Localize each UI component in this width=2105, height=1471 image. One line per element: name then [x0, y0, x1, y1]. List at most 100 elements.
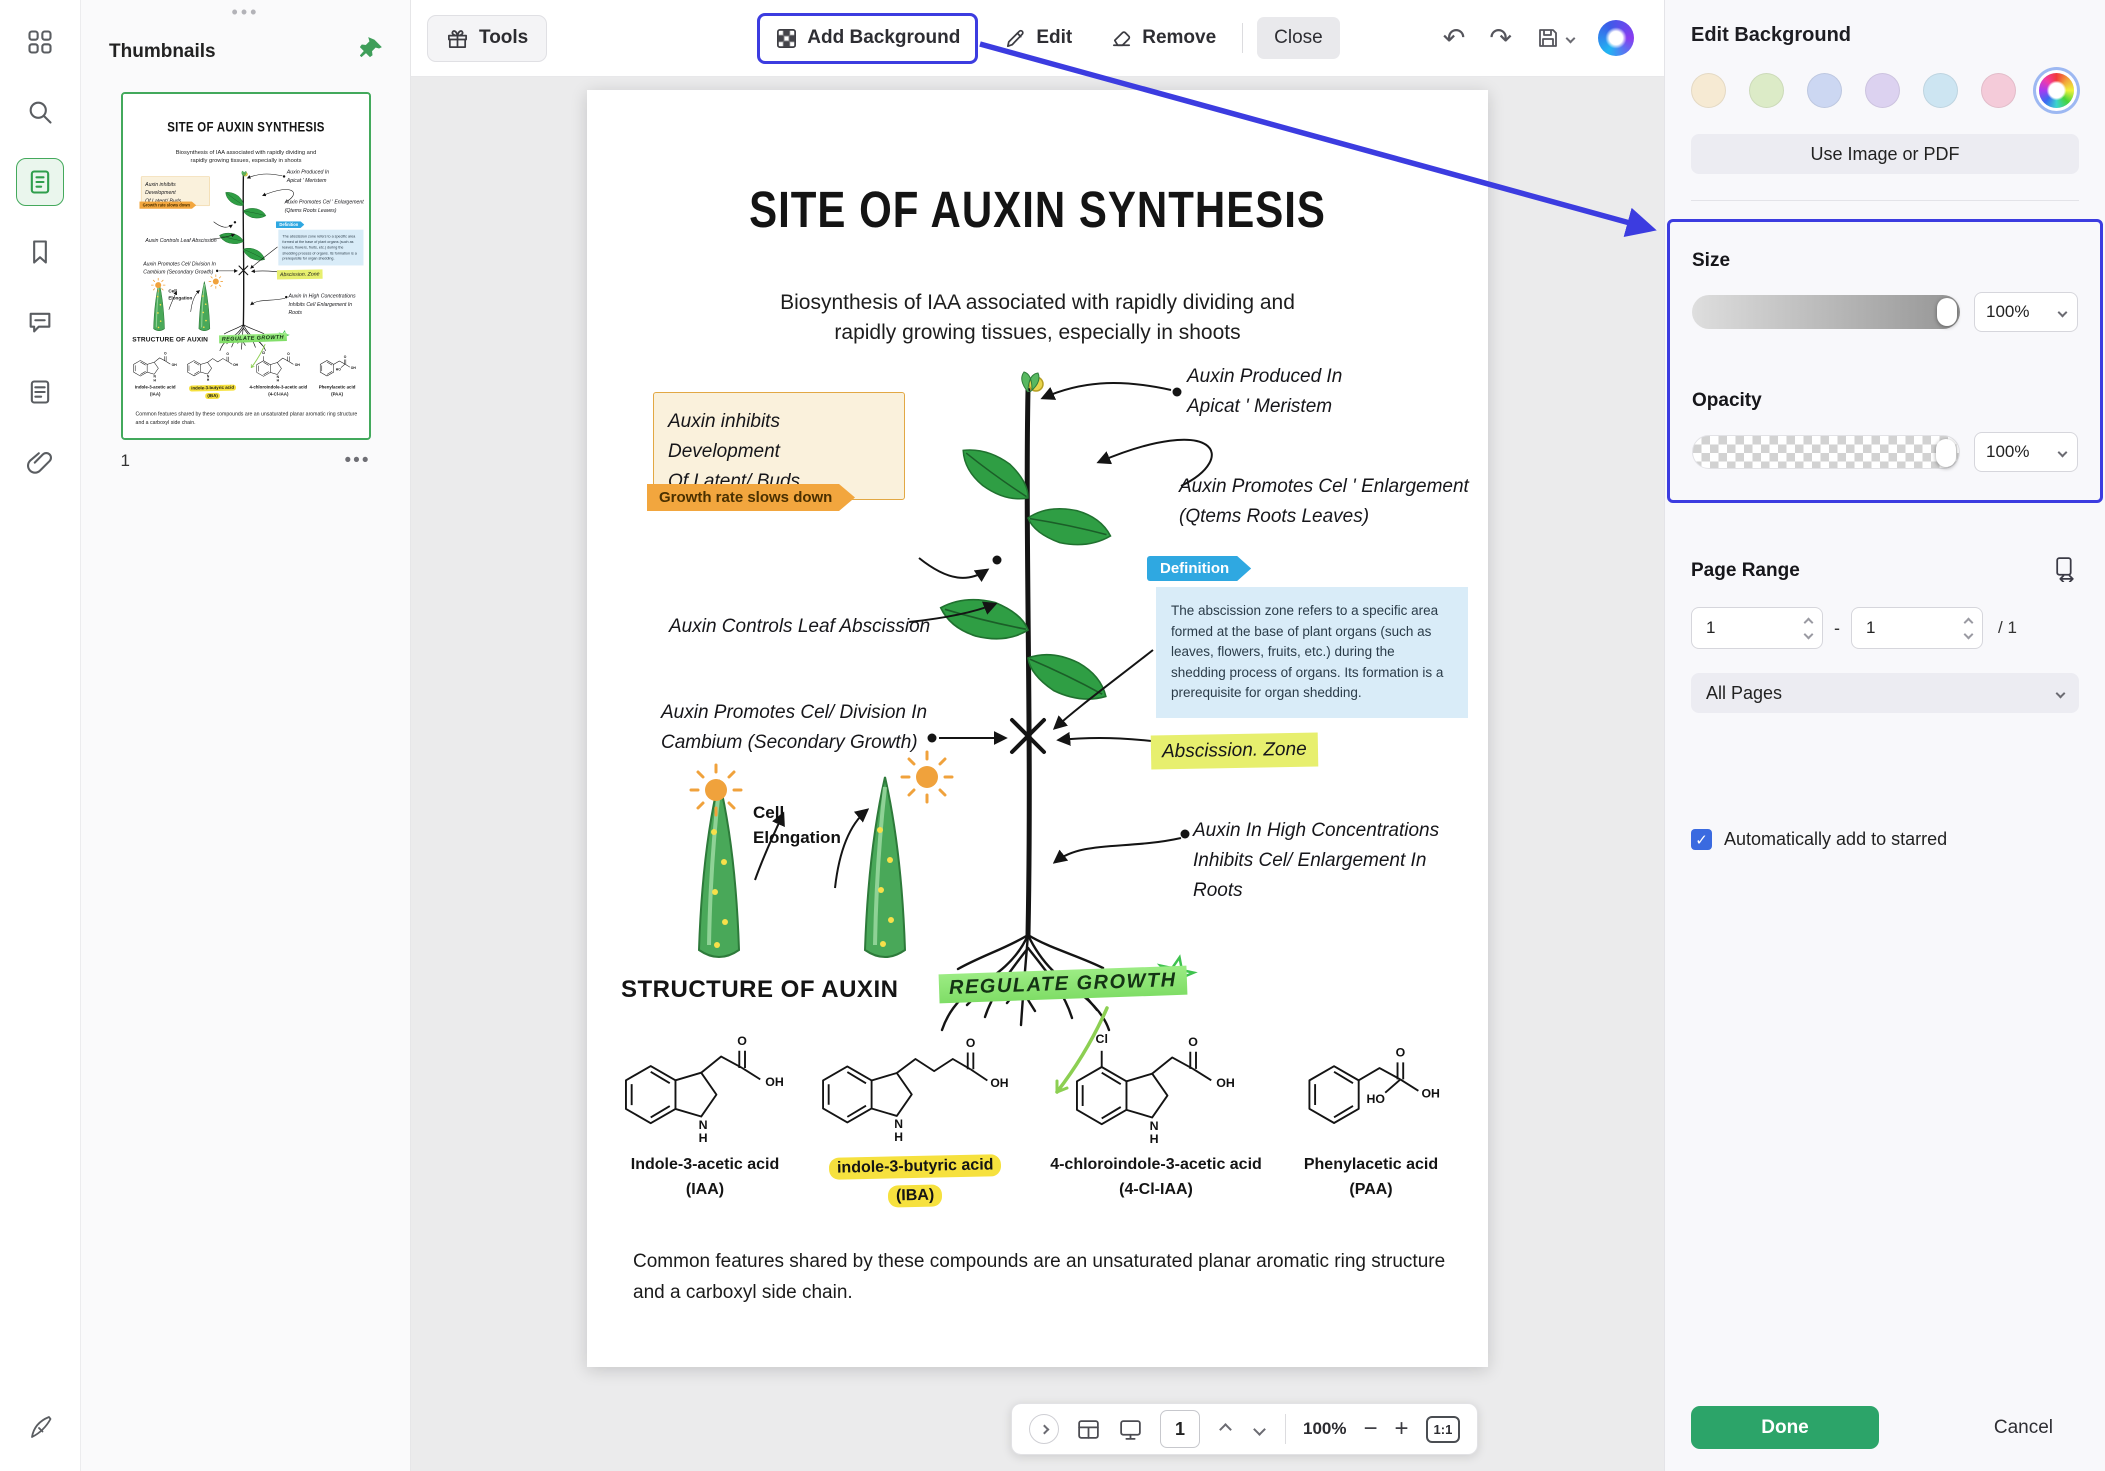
svg-text:O: O: [1396, 1046, 1406, 1060]
annotation-high-concentration: Auxin In High ConcentrationsInhibits Cel…: [1193, 816, 1439, 906]
cl-iaa-structure: ClOOHNH: [251, 349, 306, 383]
svg-text:Cl: Cl: [1096, 1032, 1108, 1046]
svg-text:H: H: [894, 1130, 903, 1144]
panel-drag-handle[interactable]: •••: [81, 0, 410, 23]
actual-size-button[interactable]: 1:1: [1426, 1416, 1461, 1443]
presentation-icon[interactable]: [1118, 1417, 1143, 1442]
range-to-stepper[interactable]: [1965, 619, 1982, 638]
eraser-icon: [1110, 27, 1133, 50]
size-label: Size: [1692, 250, 2078, 272]
save-dropdown-chevron-icon[interactable]: [1566, 33, 1576, 43]
pin-icon[interactable]: [360, 37, 384, 66]
gift-icon: [446, 27, 469, 50]
save-button[interactable]: [1536, 26, 1574, 50]
page-layout-icon[interactable]: [1076, 1417, 1101, 1442]
tools-button[interactable]: Tools: [427, 15, 547, 62]
color-swatch-cyan[interactable]: [1923, 73, 1958, 108]
definition-tab: Definition: [275, 221, 303, 228]
toolbar-divider: [1242, 23, 1243, 53]
starred-checkbox[interactable]: ✓: [1691, 829, 1712, 850]
range-from-stepper[interactable]: [1805, 619, 1822, 638]
structure-heading: STRUCTURE OF AUXIN: [132, 336, 208, 344]
all-pages-dropdown[interactable]: All Pages: [1691, 673, 2079, 713]
color-swatch-green[interactable]: [1749, 73, 1784, 108]
remove-label: Remove: [1142, 27, 1216, 49]
comments-button[interactable]: [16, 298, 64, 346]
structure-heading: STRUCTURE OF AUXIN: [621, 976, 898, 1004]
attachments-button[interactable]: [16, 438, 64, 486]
svg-text:H: H: [276, 379, 279, 383]
undo-icon[interactable]: ↶: [1443, 25, 1466, 52]
definition-tab: Definition: [1147, 556, 1251, 581]
size-slider[interactable]: [1692, 295, 1960, 329]
range-to-input[interactable]: [1852, 618, 1965, 638]
pages-icon: [26, 168, 54, 196]
growth-rate-ribbon: Growth rate slows down: [647, 484, 855, 511]
cancel-button[interactable]: Cancel: [1968, 1407, 2079, 1449]
color-swatch-pink[interactable]: [1981, 73, 2016, 108]
svg-text:OH: OH: [350, 366, 356, 370]
range-to-field[interactable]: [1851, 607, 1983, 649]
summary-button[interactable]: [16, 368, 64, 416]
page-range-icon[interactable]: [2052, 555, 2079, 587]
svg-text:HO: HO: [1367, 1092, 1386, 1106]
redo-icon[interactable]: ↷: [1489, 25, 1512, 52]
cell-elongation-label: CellElongation: [753, 800, 841, 850]
annotation-latent-buds-box: Auxin inhibits DevelopmentOf Latent/ Bud…: [653, 392, 905, 500]
opacity-value-dropdown[interactable]: 100%: [1974, 432, 2078, 472]
search-button[interactable]: [16, 88, 64, 136]
svg-text:OH: OH: [765, 1075, 784, 1089]
svg-text:OH: OH: [1421, 1086, 1440, 1100]
custom-color-wheel[interactable]: [2039, 73, 2074, 108]
annotation-cell-enlargement: Auxin Promotes Cel ' Enlargement(Qtems R…: [284, 198, 363, 214]
zoom-in-button[interactable]: +: [1395, 1417, 1409, 1441]
svg-text:N: N: [894, 1117, 903, 1131]
color-swatch-cream[interactable]: [1691, 73, 1726, 108]
close-button[interactable]: Close: [1257, 17, 1340, 59]
page-thumbnail[interactable]: SITE OF AUXIN SYNTHESIS Biosynthesis of …: [121, 92, 371, 440]
save-icon: [1536, 26, 1560, 50]
range-from-field[interactable]: [1691, 607, 1823, 649]
color-swatch-purple[interactable]: [1865, 73, 1900, 108]
opacity-slider-thumb[interactable]: [1936, 439, 1956, 467]
chevron-down-icon: [1253, 1423, 1266, 1436]
apps-grid-button[interactable]: [16, 18, 64, 66]
document-subtitle: Biosynthesis of IAA associated with rapi…: [123, 148, 369, 165]
annotation-apical-meristem: Auxin Produced InApicat ' Meristem: [286, 168, 328, 184]
previous-page-button[interactable]: [1217, 1418, 1234, 1441]
svg-text:O: O: [1188, 1035, 1198, 1049]
page-number-input[interactable]: [1160, 1410, 1200, 1448]
checker-background-icon: [775, 27, 798, 50]
bookmarks-button[interactable]: [16, 228, 64, 276]
annotation-cambium: Auxin Promotes Cel/ Division InCambium (…: [661, 698, 927, 758]
expand-bar-button[interactable]: [1029, 1414, 1059, 1444]
signature-button[interactable]: [16, 1403, 64, 1451]
chevron-down-icon: [2056, 688, 2066, 698]
workspace: Tools Add Background Edit Remove: [411, 0, 1664, 1471]
edit-pen-icon: [1004, 27, 1027, 50]
annotation-high-concentration: Auxin In High ConcentrationsInhibits Cel…: [288, 292, 355, 317]
tools-label: Tools: [479, 27, 528, 49]
svg-text:O: O: [287, 352, 290, 356]
range-from-input[interactable]: [1692, 618, 1805, 638]
add-background-button[interactable]: Add Background: [763, 19, 972, 58]
document-subtitle: Biosynthesis of IAA associated with rapi…: [587, 288, 1488, 349]
thumbnails-tab-button[interactable]: [16, 158, 64, 206]
color-swatch-blue[interactable]: [1807, 73, 1842, 108]
svg-text:OH: OH: [294, 363, 300, 367]
ai-assistant-icon[interactable]: [1598, 20, 1634, 56]
size-value-dropdown[interactable]: 100%: [1974, 292, 2078, 332]
remove-background-button[interactable]: Remove: [1098, 19, 1228, 58]
bookmark-icon: [26, 238, 54, 266]
done-button[interactable]: Done: [1691, 1406, 1879, 1449]
growth-rate-ribbon: Growth rate slows down: [139, 202, 196, 209]
size-slider-thumb[interactable]: [1937, 298, 1957, 326]
thumbnail-more-button[interactable]: •••: [345, 450, 371, 472]
document-canvas[interactable]: SITE OF AUXIN SYNTHESIS Biosynthesis of …: [411, 77, 1664, 1471]
compound-paa: OOHHO Phenylacetic acid (PAA): [309, 349, 364, 397]
use-image-or-pdf-button[interactable]: Use Image or PDF: [1691, 134, 2079, 174]
next-page-button[interactable]: [1251, 1418, 1268, 1441]
opacity-slider[interactable]: [1692, 435, 1960, 469]
zoom-out-button[interactable]: −: [1363, 1417, 1377, 1441]
edit-background-button[interactable]: Edit: [992, 19, 1084, 58]
